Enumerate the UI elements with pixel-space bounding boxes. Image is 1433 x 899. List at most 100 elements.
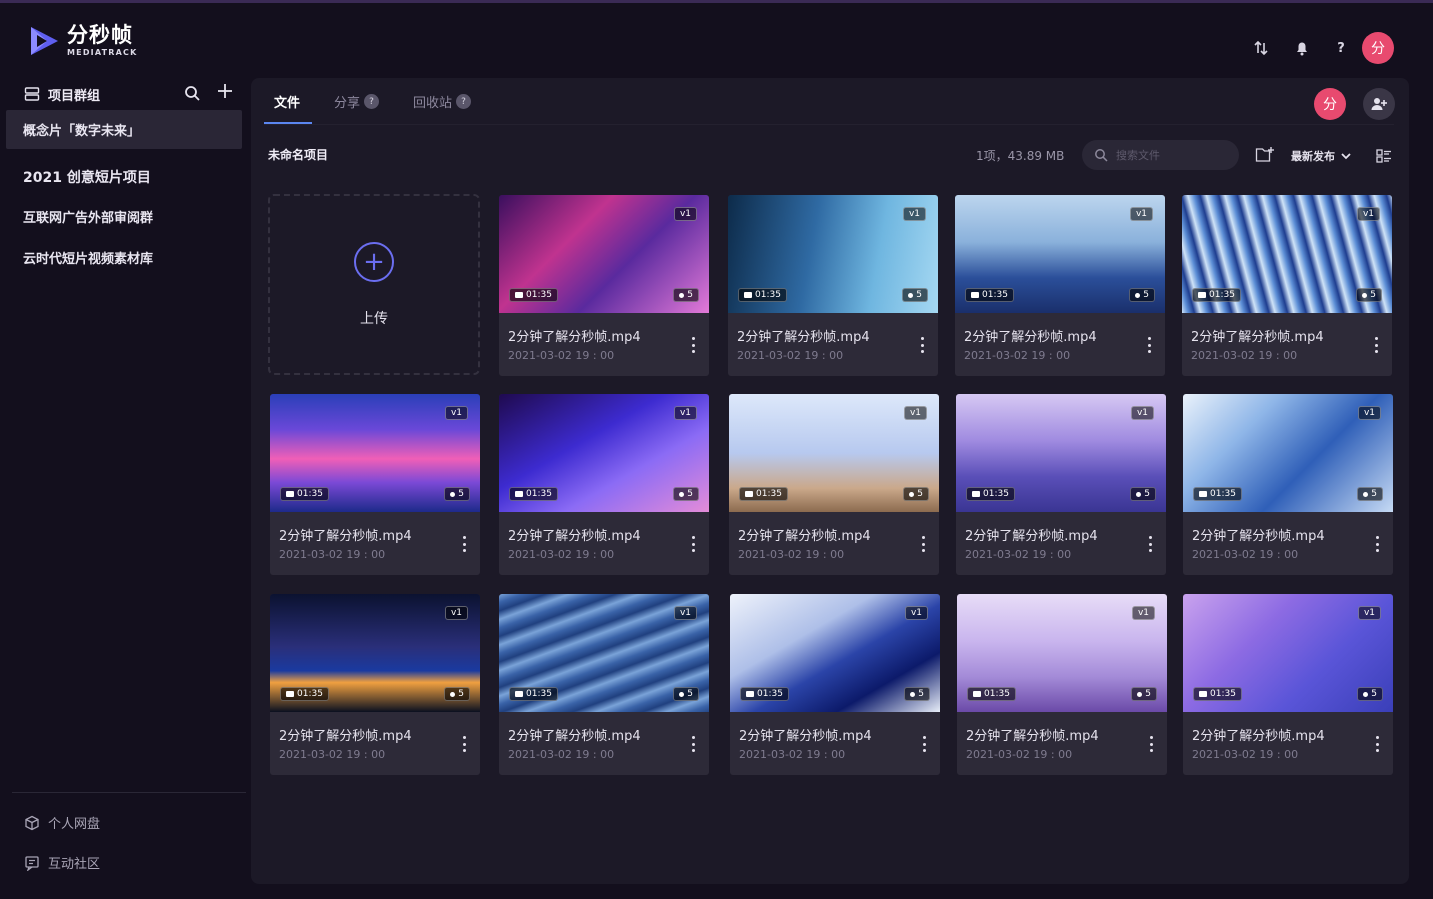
file-date: 2021-03-02 19 : 00 (738, 548, 845, 561)
more-options-icon[interactable] (1148, 536, 1152, 552)
file-card[interactable]: v1 01:35 5 2分钟了解分秒帧.mp4 2021-03-02 19 : 00 (499, 394, 709, 575)
video-camera-icon (1198, 292, 1206, 298)
brand-logo[interactable]: 分秒帧 MEDIATRACK (27, 24, 138, 58)
comment-count: 5 (458, 689, 464, 699)
sidebar-community[interactable]: 互动社区 (24, 853, 100, 872)
comment-icon (1137, 691, 1143, 697)
duration-text: 01:35 (755, 290, 781, 300)
add-member-button[interactable] (1363, 88, 1395, 120)
search-input[interactable] (1114, 147, 1228, 163)
file-card[interactable]: v1 01:35 5 2分钟了解分秒帧.mp4 2021-03-02 19 : 00 (955, 195, 1165, 376)
more-options-icon[interactable] (921, 536, 925, 552)
file-name[interactable]: 2分钟了解分秒帧.mp4 (964, 326, 1097, 345)
sort-dropdown[interactable]: 最新发布 (1291, 148, 1352, 164)
more-options-icon[interactable] (920, 337, 924, 353)
duration-badge: 01:35 (280, 487, 329, 501)
tab-share-label: 分享 (334, 96, 361, 111)
file-name[interactable]: 2分钟了解分秒帧.mp4 (966, 725, 1099, 744)
video-camera-icon (286, 491, 294, 497)
sidebar-item-cloud-library[interactable]: 云时代短片视频素材库 (23, 248, 153, 267)
tab-share[interactable]: 分享 ? (334, 92, 380, 111)
version-badge: v1 (444, 406, 468, 420)
more-options-icon[interactable] (1374, 337, 1378, 353)
more-options-icon[interactable] (691, 337, 695, 353)
bell-icon[interactable] (1291, 37, 1313, 59)
more-options-icon[interactable] (462, 736, 466, 752)
more-options-icon[interactable] (1375, 536, 1379, 552)
duration-text: 01:35 (1209, 290, 1235, 300)
file-name[interactable]: 2分钟了解分秒帧.mp4 (508, 326, 641, 345)
file-name[interactable]: 2分钟了解分秒帧.mp4 (279, 525, 412, 544)
file-name[interactable]: 2分钟了解分秒帧.mp4 (508, 525, 641, 544)
file-name[interactable]: 2分钟了解分秒帧.mp4 (737, 326, 870, 345)
duration-badge: 01:35 (738, 288, 787, 302)
more-options-icon[interactable] (922, 736, 926, 752)
file-name[interactable]: 2分钟了解分秒帧.mp4 (1191, 326, 1324, 345)
more-options-icon[interactable] (1149, 736, 1153, 752)
comment-count: 5 (917, 489, 923, 499)
video-camera-icon (971, 292, 979, 298)
file-card[interactable]: v1 01:35 5 2分钟了解分秒帧.mp4 2021-03-02 19 : 00 (1183, 394, 1393, 575)
more-options-icon[interactable] (462, 536, 466, 552)
sidebar-add-icon[interactable] (216, 82, 234, 103)
file-card[interactable]: v1 01:35 5 2分钟了解分秒帧.mp4 2021-03-02 19 : 00 (1183, 594, 1393, 775)
duration-badge: 01:35 (509, 687, 558, 701)
file-card[interactable]: v1 01:35 5 2分钟了解分秒帧.mp4 2021-03-02 19 : 00 (499, 594, 709, 775)
more-options-icon[interactable] (1147, 337, 1151, 353)
duration-badge: 01:35 (1193, 487, 1242, 501)
file-search[interactable] (1082, 140, 1239, 170)
view-toggle-icon[interactable] (1376, 148, 1392, 168)
file-name[interactable]: 2分钟了解分秒帧.mp4 (738, 525, 871, 544)
file-card[interactable]: v1 01:35 5 2分钟了解分秒帧.mp4 2021-03-02 19 : 00 (728, 195, 938, 376)
more-options-icon[interactable] (691, 536, 695, 552)
tab-files-label: 文件 (274, 96, 301, 111)
comment-icon (450, 691, 456, 697)
upload-tile[interactable]: + 上传 (268, 194, 480, 375)
brand-subtitle: MEDIATRACK (67, 48, 138, 57)
file-name[interactable]: 2分钟了解分秒帧.mp4 (279, 725, 412, 744)
file-date: 2021-03-02 19 : 00 (508, 548, 615, 561)
file-card[interactable]: v1 01:35 5 2分钟了解分秒帧.mp4 2021-03-02 19 : 00 (499, 195, 709, 376)
tab-trash[interactable]: 回收站 ? (413, 92, 472, 111)
upload-plus-icon: + (354, 242, 394, 282)
file-card[interactable]: v1 01:35 5 2分钟了解分秒帧.mp4 2021-03-02 19 : 00 (270, 394, 480, 575)
box-icon (25, 815, 39, 830)
video-camera-icon (973, 691, 981, 697)
file-name[interactable]: 2分钟了解分秒帧.mp4 (1192, 525, 1325, 544)
user-avatar[interactable]: 分 (1362, 32, 1394, 64)
file-name[interactable]: 2分钟了解分秒帧.mp4 (965, 525, 1098, 544)
sort-label: 最新发布 (1291, 150, 1335, 163)
sidebar-item-concept[interactable]: 概念片「数字未来」 (23, 120, 140, 139)
help-icon[interactable]: ? (1330, 37, 1352, 59)
transfer-icon[interactable] (1250, 37, 1272, 59)
duration-badge: 01:35 (1192, 288, 1241, 302)
comment-icon (1362, 292, 1368, 298)
file-name[interactable]: 2分钟了解分秒帧.mp4 (739, 725, 872, 744)
sidebar-item-2021[interactable]: 2021 创意短片项目 (23, 167, 151, 187)
version-badge: v1 (1129, 207, 1153, 221)
collaborator-avatar[interactable]: 分 (1314, 88, 1346, 120)
sidebar-search-icon[interactable] (184, 85, 201, 106)
duration-badge: 01:35 (509, 487, 558, 501)
more-options-icon[interactable] (691, 736, 695, 752)
file-card[interactable]: v1 01:35 5 2分钟了解分秒帧.mp4 2021-03-02 19 : 00 (957, 594, 1167, 775)
tab-files[interactable]: 文件 (274, 92, 300, 111)
file-card[interactable]: v1 01:35 5 2分钟了解分秒帧.mp4 2021-03-02 19 : 00 (730, 594, 940, 775)
more-options-icon[interactable] (1375, 736, 1379, 752)
file-card[interactable]: v1 01:35 5 2分钟了解分秒帧.mp4 2021-03-02 19 : 00 (956, 394, 1166, 575)
new-folder-icon[interactable] (1255, 146, 1275, 168)
file-card[interactable]: v1 01:35 5 2分钟了解分秒帧.mp4 2021-03-02 19 : 00 (729, 394, 939, 575)
video-camera-icon (515, 292, 523, 298)
video-camera-icon (515, 691, 523, 697)
file-name[interactable]: 2分钟了解分秒帧.mp4 (508, 725, 641, 744)
video-camera-icon (1199, 691, 1207, 697)
tab-active-indicator (264, 122, 312, 124)
file-name[interactable]: 2分钟了解分秒帧.mp4 (1192, 725, 1325, 744)
comment-count-badge: 5 (444, 487, 470, 501)
sidebar-personal-drive[interactable]: 个人网盘 (24, 813, 100, 832)
version-badge: v1 (444, 606, 468, 620)
file-card[interactable]: v1 01:35 5 2分钟了解分秒帧.mp4 2021-03-02 19 : 00 (270, 594, 480, 775)
sidebar-item-ad-review[interactable]: 互联网广告外部审阅群 (23, 207, 153, 226)
file-card[interactable]: v1 01:35 5 2分钟了解分秒帧.mp4 2021-03-02 19 : 00 (1182, 195, 1392, 376)
comment-count-badge: 5 (673, 687, 699, 701)
